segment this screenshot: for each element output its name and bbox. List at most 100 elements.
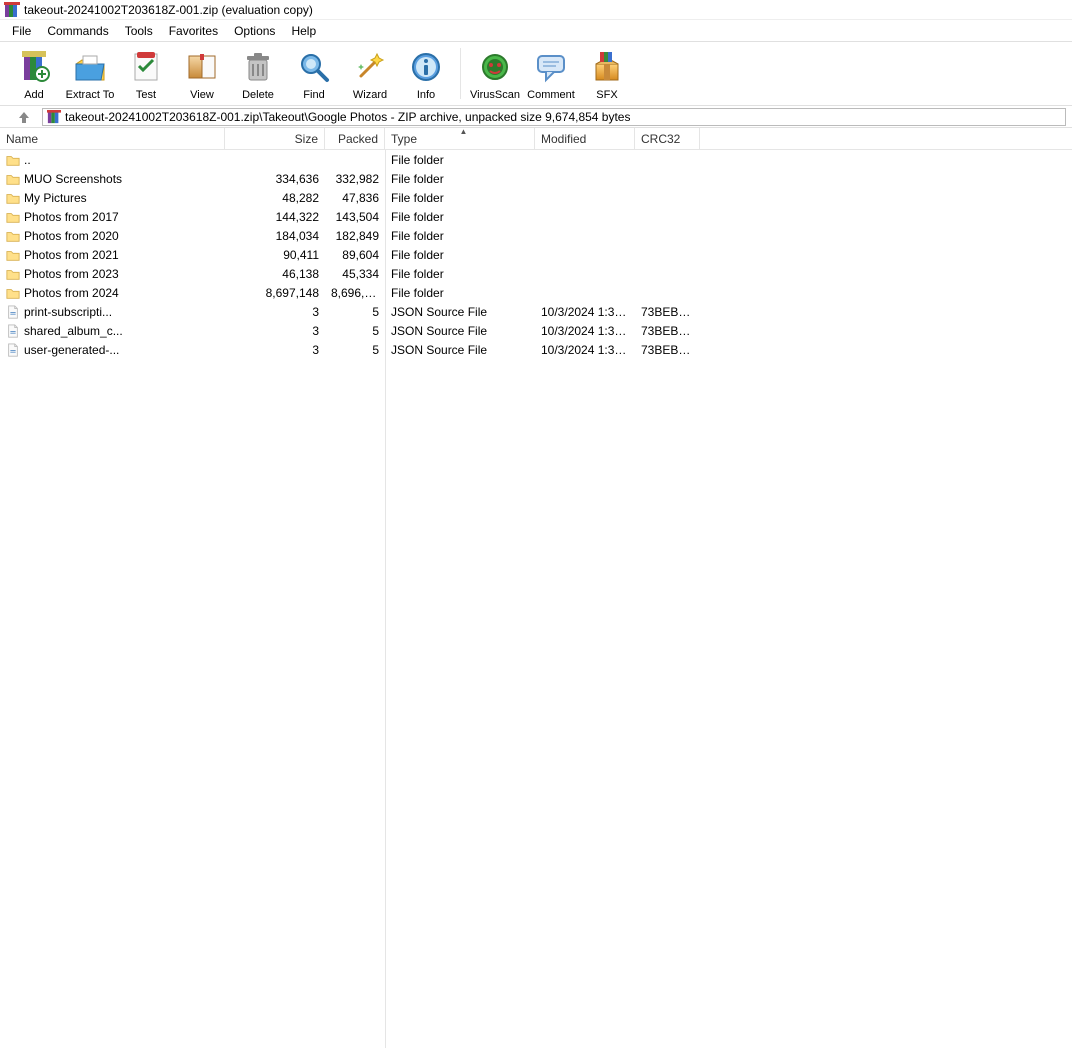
path-text: takeout-20241002T203618Z-001.zip\Takeout… bbox=[65, 110, 630, 124]
cell-crc: 73BEBBA8 bbox=[635, 324, 700, 338]
cell-size: 334,636 bbox=[225, 172, 325, 186]
folder-icon bbox=[6, 267, 20, 281]
comment-button[interactable]: Comment bbox=[523, 44, 579, 103]
cell-type: File folder bbox=[385, 172, 535, 186]
column-header-type[interactable]: Type▲ bbox=[385, 128, 535, 149]
cell-size: 48,282 bbox=[225, 191, 325, 205]
cell-packed: 5 bbox=[325, 305, 385, 319]
cell-name: user-generated-... bbox=[24, 343, 119, 357]
cell-modified: 10/3/2024 1:36 ... bbox=[535, 324, 635, 338]
toolbar-separator bbox=[460, 48, 461, 99]
find-button[interactable]: Find bbox=[286, 44, 342, 103]
table-row[interactable]: print-subscripti...35JSON Source File10/… bbox=[0, 302, 1072, 321]
table-row[interactable]: shared_album_c...35JSON Source File10/3/… bbox=[0, 321, 1072, 340]
cell-name: .. bbox=[24, 153, 31, 167]
toolbar-label: Wizard bbox=[353, 87, 387, 101]
cell-packed: 89,604 bbox=[325, 248, 385, 262]
cell-name: Photos from 2023 bbox=[24, 267, 119, 281]
cell-name: My Pictures bbox=[24, 191, 87, 205]
cell-size: 184,034 bbox=[225, 229, 325, 243]
toolbar-label: VirusScan bbox=[470, 87, 520, 101]
cell-name: MUO Screenshots bbox=[24, 172, 122, 186]
cell-name: Photos from 2024 bbox=[24, 286, 119, 300]
column-header-name[interactable]: Name bbox=[0, 128, 225, 149]
toolbar-label: Extract To bbox=[66, 87, 115, 101]
view-icon bbox=[185, 47, 219, 87]
virusscan-button[interactable]: VirusScan bbox=[467, 44, 523, 103]
pathbar: takeout-20241002T203618Z-001.zip\Takeout… bbox=[0, 106, 1072, 128]
test-button[interactable]: Test bbox=[118, 44, 174, 103]
toolbar-label: Delete bbox=[242, 87, 274, 101]
toolbar-label: Test bbox=[136, 87, 156, 101]
column-header-packed[interactable]: Packed bbox=[325, 128, 385, 149]
sfx-button[interactable]: SFX bbox=[579, 44, 635, 103]
table-row[interactable]: Photos from 2017144,322143,504File folde… bbox=[0, 207, 1072, 226]
table-row[interactable]: My Pictures48,28247,836File folder bbox=[0, 188, 1072, 207]
cell-name: print-subscripti... bbox=[24, 305, 112, 319]
table-row[interactable]: Photos from 202346,13845,334File folder bbox=[0, 264, 1072, 283]
menu-file[interactable]: File bbox=[4, 22, 39, 40]
cell-packed: 332,982 bbox=[325, 172, 385, 186]
cell-packed: 47,836 bbox=[325, 191, 385, 205]
column-header-size[interactable]: Size bbox=[225, 128, 325, 149]
toolbar-label: Add bbox=[24, 87, 44, 101]
file-icon bbox=[6, 324, 20, 338]
menubar: FileCommandsToolsFavoritesOptionsHelp bbox=[0, 20, 1072, 42]
menu-tools[interactable]: Tools bbox=[117, 22, 161, 40]
extract-to-button[interactable]: Extract To bbox=[62, 44, 118, 103]
info-button[interactable]: Info bbox=[398, 44, 454, 103]
column-divider bbox=[385, 150, 386, 1048]
table-row[interactable]: user-generated-...35JSON Source File10/3… bbox=[0, 340, 1072, 359]
path-field[interactable]: takeout-20241002T203618Z-001.zip\Takeout… bbox=[42, 108, 1066, 126]
delete-button[interactable]: Delete bbox=[230, 44, 286, 103]
extract-to-icon bbox=[73, 47, 107, 87]
cell-packed: 143,504 bbox=[325, 210, 385, 224]
table-row[interactable]: .. File folder bbox=[0, 150, 1072, 169]
menu-help[interactable]: Help bbox=[283, 22, 324, 40]
cell-size: 3 bbox=[225, 343, 325, 357]
test-icon bbox=[129, 47, 163, 87]
table-row[interactable]: MUO Screenshots 334,636332,982File folder bbox=[0, 169, 1072, 188]
cell-type: JSON Source File bbox=[385, 305, 535, 319]
wizard-icon bbox=[353, 47, 387, 87]
cell-type: File folder bbox=[385, 267, 535, 281]
cell-type: File folder bbox=[385, 286, 535, 300]
cell-size: 90,411 bbox=[225, 248, 325, 262]
folder-icon bbox=[6, 210, 20, 224]
sfx-icon bbox=[590, 47, 624, 87]
info-icon bbox=[409, 47, 443, 87]
up-arrow-button[interactable] bbox=[10, 106, 38, 128]
menu-commands[interactable]: Commands bbox=[39, 22, 116, 40]
cell-size: 8,697,148 bbox=[225, 286, 325, 300]
column-header-crc32[interactable]: CRC32 bbox=[635, 128, 700, 149]
cell-type: File folder bbox=[385, 153, 535, 167]
cell-crc: 73BEBBA8 bbox=[635, 343, 700, 357]
cell-name: Photos from 2017 bbox=[24, 210, 119, 224]
cell-packed: 45,334 bbox=[325, 267, 385, 281]
cell-packed: 8,696,000 bbox=[325, 286, 385, 300]
table-row[interactable]: Photos from 2021 90,41189,604File folder bbox=[0, 245, 1072, 264]
cell-type: File folder bbox=[385, 229, 535, 243]
view-button[interactable]: View bbox=[174, 44, 230, 103]
add-button[interactable]: Add bbox=[6, 44, 62, 103]
cell-name: Photos from 2021 bbox=[24, 248, 119, 262]
find-icon bbox=[297, 47, 331, 87]
cell-size: 3 bbox=[225, 305, 325, 319]
comment-icon bbox=[534, 47, 568, 87]
table-row[interactable]: Photos from 2024 8,697,1488,696,000File f… bbox=[0, 283, 1072, 302]
table-row[interactable]: Photos from 2020184,034182,849File folde… bbox=[0, 226, 1072, 245]
menu-options[interactable]: Options bbox=[226, 22, 283, 40]
toolbar-label: Info bbox=[417, 87, 435, 101]
column-header-modified[interactable]: Modified bbox=[535, 128, 635, 149]
menu-favorites[interactable]: Favorites bbox=[161, 22, 226, 40]
titlebar: takeout-20241002T203618Z-001.zip (evalua… bbox=[0, 0, 1072, 20]
window-title: takeout-20241002T203618Z-001.zip (evalua… bbox=[24, 3, 313, 17]
folder-icon bbox=[6, 229, 20, 243]
cell-name: Photos from 2020 bbox=[24, 229, 119, 243]
wizard-button[interactable]: Wizard bbox=[342, 44, 398, 103]
toolbar-label: View bbox=[190, 87, 214, 101]
file-listview: Name Size Packed Type▲ Modified CRC32 ..… bbox=[0, 128, 1072, 359]
folder-icon bbox=[6, 191, 20, 205]
cell-type: File folder bbox=[385, 248, 535, 262]
path-archive-icon bbox=[47, 110, 61, 124]
